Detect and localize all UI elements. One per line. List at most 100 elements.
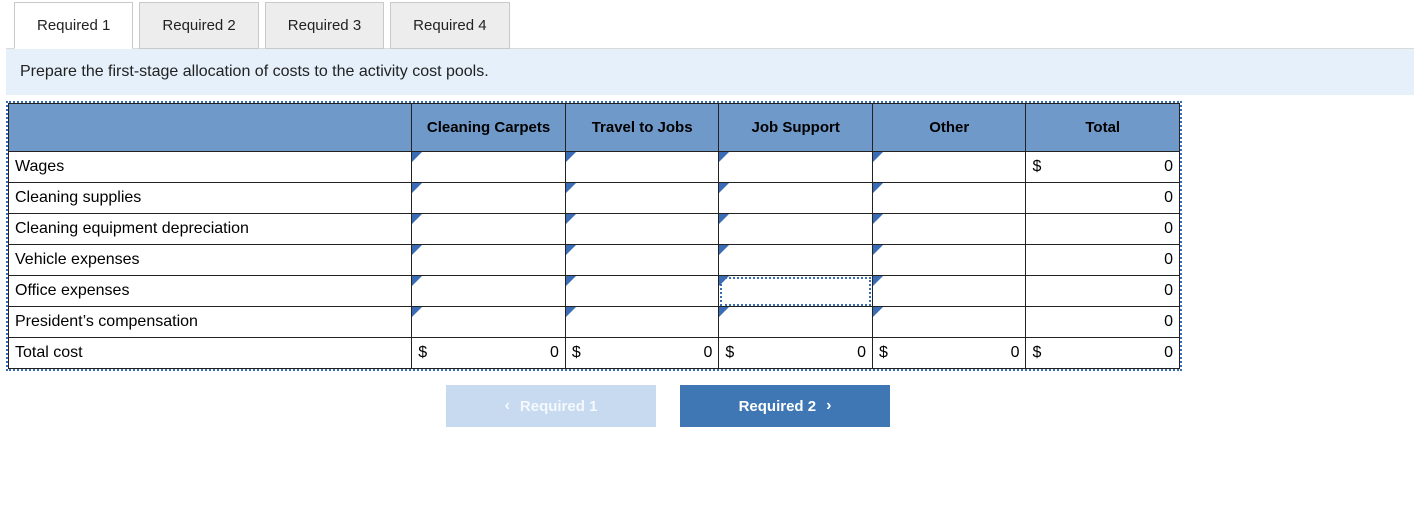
input-cell[interactable] — [719, 276, 873, 307]
row-total: 0 — [1026, 183, 1180, 214]
row-total: 0 — [1026, 214, 1180, 245]
input-cell[interactable] — [565, 276, 719, 307]
table-row: Cleaning supplies 0 — [9, 183, 1180, 214]
dropdown-corner-icon — [412, 183, 422, 193]
tab-required-4[interactable]: Required 4 — [390, 2, 509, 49]
instruction-text: Prepare the first-stage allocation of co… — [20, 63, 489, 80]
tabs: Required 1 Required 2 Required 3 Require… — [6, 2, 1414, 49]
allocation-grid: Cleaning Carpets Travel to Jobs Job Supp… — [6, 101, 1182, 371]
col-header-total: Total — [1026, 104, 1180, 152]
instruction-bar: Prepare the first-stage allocation of co… — [6, 48, 1414, 95]
input-cell[interactable] — [719, 152, 873, 183]
chevron-right-icon: › — [826, 397, 831, 415]
next-button[interactable]: Required 2 › — [680, 385, 890, 427]
dropdown-corner-icon — [873, 183, 883, 193]
totals-cell: $0 — [565, 338, 719, 369]
dropdown-corner-icon — [566, 276, 576, 286]
totals-value: 0 — [747, 338, 872, 368]
input-cell[interactable] — [412, 152, 566, 183]
tab-required-1[interactable]: Required 1 — [14, 2, 133, 49]
tab-label: Required 2 — [162, 17, 235, 34]
totals-value: 0 — [440, 338, 565, 368]
input-cell[interactable] — [565, 183, 719, 214]
nav-buttons: ‹ Required 1 Required 2 › — [446, 385, 1414, 427]
dropdown-corner-icon — [719, 214, 729, 224]
input-cell[interactable] — [412, 214, 566, 245]
next-label: Required 2 — [739, 398, 817, 415]
dropdown-corner-icon — [412, 245, 422, 255]
input-cell[interactable] — [872, 307, 1026, 338]
row-label: Wages — [9, 152, 412, 183]
totals-row: Total cost$0$0$0$0$0 — [9, 338, 1180, 369]
dropdown-corner-icon — [566, 183, 576, 193]
dropdown-corner-icon — [566, 307, 576, 317]
tab-label: Required 3 — [288, 17, 361, 34]
input-cell[interactable] — [412, 183, 566, 214]
chevron-left-icon: ‹ — [505, 397, 510, 415]
row-label: Cleaning supplies — [9, 183, 412, 214]
dropdown-corner-icon — [873, 307, 883, 317]
dropdown-corner-icon — [566, 152, 576, 162]
row-total: $0 — [1026, 152, 1180, 183]
input-cell[interactable] — [719, 214, 873, 245]
dropdown-corner-icon — [873, 214, 883, 224]
input-cell[interactable] — [872, 276, 1026, 307]
currency-symbol — [1026, 183, 1054, 213]
input-cell[interactable] — [719, 307, 873, 338]
tab-label: Required 1 — [37, 17, 110, 34]
table-row: Vehicle expenses0 — [9, 245, 1180, 276]
input-cell[interactable] — [565, 152, 719, 183]
dropdown-corner-icon — [719, 183, 729, 193]
col-header-blank — [9, 104, 412, 152]
col-header-travel: Travel to Jobs — [565, 104, 719, 152]
col-header-job-support: Job Support — [719, 104, 873, 152]
input-cell[interactable] — [565, 214, 719, 245]
input-cell[interactable] — [719, 183, 873, 214]
currency-symbol: $ — [873, 338, 901, 368]
totals-cell: $0 — [1026, 338, 1180, 369]
row-label: President’s compensation — [9, 307, 412, 338]
dropdown-corner-icon — [873, 152, 883, 162]
totals-value: 0 — [1054, 338, 1179, 368]
dropdown-corner-icon — [719, 152, 729, 162]
totals-label: Total cost — [9, 338, 412, 369]
currency-symbol — [1026, 307, 1054, 337]
totals-cell: $0 — [719, 338, 873, 369]
input-cell[interactable] — [872, 152, 1026, 183]
dropdown-corner-icon — [873, 276, 883, 286]
input-cell[interactable] — [872, 245, 1026, 276]
dropdown-corner-icon — [412, 276, 422, 286]
dropdown-corner-icon — [719, 307, 729, 317]
input-cell[interactable] — [565, 307, 719, 338]
input-cell[interactable] — [565, 245, 719, 276]
dropdown-corner-icon — [719, 245, 729, 255]
prev-button: ‹ Required 1 — [446, 385, 656, 427]
input-cell[interactable] — [412, 307, 566, 338]
table-row: Wages $0 — [9, 152, 1180, 183]
row-label: Office expenses — [9, 276, 412, 307]
col-header-cleaning-carpets: Cleaning Carpets — [412, 104, 566, 152]
input-cell[interactable] — [412, 276, 566, 307]
currency-symbol: $ — [719, 338, 747, 368]
input-cell[interactable] — [412, 245, 566, 276]
row-total-value: 0 — [1054, 152, 1179, 182]
currency-symbol: $ — [1026, 152, 1054, 182]
row-total-value: 0 — [1054, 307, 1179, 337]
totals-value: 0 — [901, 338, 1026, 368]
tab-required-3[interactable]: Required 3 — [265, 2, 384, 49]
tab-label: Required 4 — [413, 17, 486, 34]
dropdown-corner-icon — [412, 307, 422, 317]
tab-required-2[interactable]: Required 2 — [139, 2, 258, 49]
dropdown-corner-icon — [566, 214, 576, 224]
row-total: 0 — [1026, 245, 1180, 276]
currency-symbol: $ — [412, 338, 440, 368]
row-total-value: 0 — [1054, 245, 1179, 275]
input-cell[interactable] — [872, 214, 1026, 245]
currency-symbol: $ — [566, 338, 594, 368]
input-cell[interactable] — [872, 183, 1026, 214]
dropdown-corner-icon — [412, 214, 422, 224]
row-total-value: 0 — [1054, 276, 1179, 306]
totals-value: 0 — [594, 338, 719, 368]
input-cell[interactable] — [719, 245, 873, 276]
table-row: President’s compensation 0 — [9, 307, 1180, 338]
